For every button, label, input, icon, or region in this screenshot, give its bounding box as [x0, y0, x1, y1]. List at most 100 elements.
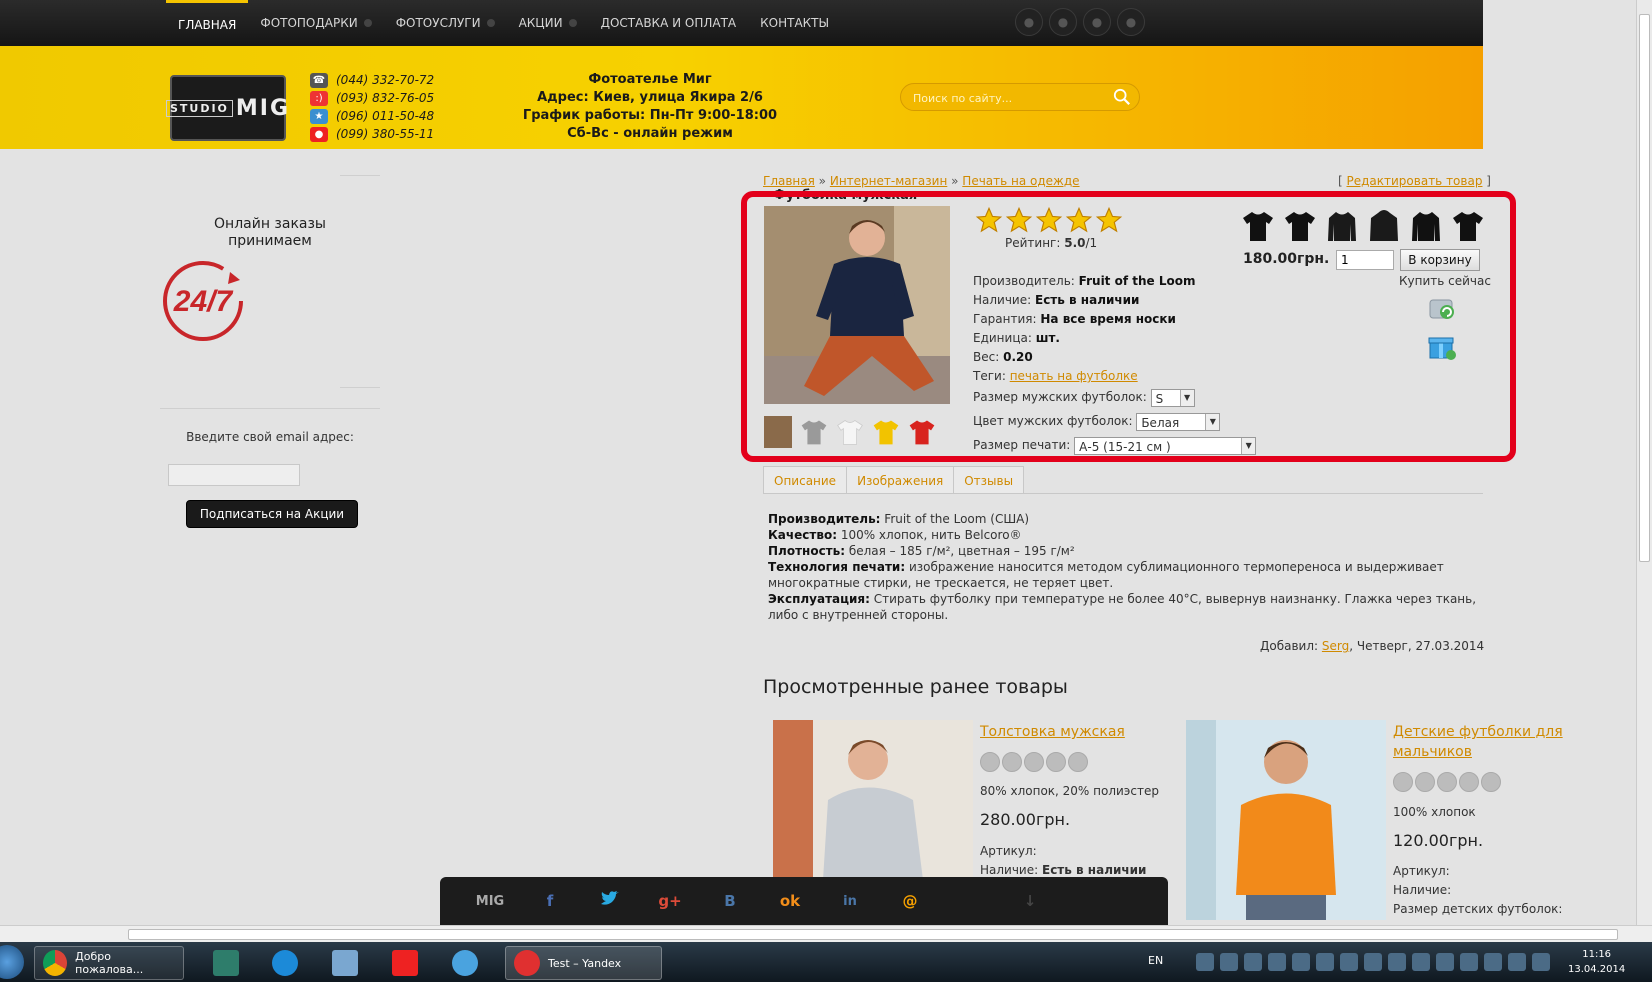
star-icon[interactable]: [1024, 752, 1044, 772]
viewed-product-material: 80% хлопок, 20% полиэстер: [980, 784, 1159, 798]
description-label: Плотность:: [768, 544, 846, 558]
system-clock[interactable]: 11:16 13.04.2014: [1568, 947, 1625, 977]
scrollbar-thumb[interactable]: [128, 929, 1618, 940]
divider: [340, 387, 380, 388]
tray-icon[interactable]: [1436, 953, 1454, 971]
subscribe-block: Введите свой email адрес: Подписаться на…: [160, 430, 380, 528]
star-icon[interactable]: [1046, 752, 1066, 772]
social-icon[interactable]: ●: [1117, 8, 1145, 36]
nav-item-photoservices[interactable]: ФОТОУСЛУГИ: [384, 0, 507, 46]
tray-icon[interactable]: [1196, 953, 1214, 971]
taskbar-item-app2[interactable]: [444, 946, 486, 980]
rating-stars[interactable]: [980, 752, 1088, 772]
vertical-scrollbar[interactable]: [1636, 0, 1652, 925]
star-icon[interactable]: [1459, 772, 1479, 792]
google-plus-icon[interactable]: g+: [640, 892, 700, 910]
tab-images[interactable]: Изображения: [846, 466, 955, 494]
tray-icon[interactable]: [1220, 953, 1238, 971]
star-icon[interactable]: [1437, 772, 1457, 792]
contact-info: Фотоателье Миг Адрес: Киев, улица Якира …: [520, 71, 780, 143]
tray-icon[interactable]: [1484, 953, 1502, 971]
facebook-icon[interactable]: f: [520, 892, 580, 910]
nav-item-home[interactable]: ГЛАВНАЯ: [166, 0, 249, 46]
taskbar-item-media[interactable]: [324, 946, 366, 980]
description-line: Производитель: Fruit of the Loom (США): [768, 511, 1488, 527]
tab-reviews[interactable]: Отзывы: [953, 466, 1025, 494]
viewed-product-image[interactable]: [773, 720, 973, 880]
mail-icon[interactable]: @: [880, 892, 940, 910]
dropdown-indicator-icon: [363, 19, 372, 27]
contact-line: Фотоателье Миг: [588, 72, 712, 87]
language-indicator[interactable]: EN: [1148, 954, 1163, 967]
tray-icon[interactable]: [1340, 953, 1358, 971]
nav-item-promotions[interactable]: АКЦИИ: [507, 0, 589, 46]
nav-item-photogifts[interactable]: ФОТОПОДАРКИ: [248, 0, 383, 46]
tray-icon[interactable]: [1388, 953, 1406, 971]
tray-icon[interactable]: [1508, 953, 1526, 971]
phone-row: ★ (096) 011-50-48: [310, 107, 434, 125]
nav-item-delivery[interactable]: ДОСТАВКА И ОПЛАТА: [589, 0, 749, 46]
clock-date: 13.04.2014: [1568, 964, 1626, 975]
breadcrumb-link[interactable]: Печать на одежде: [962, 174, 1079, 188]
divider: [160, 408, 380, 409]
subscribe-button[interactable]: Подписаться на Акции: [186, 500, 358, 528]
viewed-products-title: Просмотренные ранее товары: [763, 676, 1068, 698]
twitter-icon[interactable]: [580, 891, 640, 911]
horizontal-scrollbar[interactable]: [0, 925, 1652, 942]
kyivstar-icon: ★: [310, 108, 328, 124]
breadcrumb-link[interactable]: Интернет-магазин: [830, 174, 947, 188]
taskbar-item-yandex[interactable]: [384, 946, 426, 980]
arrow-down-icon[interactable]: ↓: [1000, 892, 1060, 910]
taskbar-item-yandex-browser[interactable]: Test – Yandex: [505, 946, 662, 980]
breadcrumb-link[interactable]: Главная: [763, 174, 815, 188]
taskbar-item-app[interactable]: [205, 946, 247, 980]
tray-icon[interactable]: [1316, 953, 1334, 971]
viewed-product-name[interactable]: Детские футболки для мальчиков: [1393, 722, 1608, 762]
author-link[interactable]: Serg: [1322, 639, 1349, 653]
viewed-product-material: 100% хлопок: [1393, 805, 1476, 819]
description-text: Стирать футболку при температуре не боле…: [768, 592, 1477, 622]
taskbar-item-chrome[interactable]: Добро пожалова...: [34, 946, 184, 980]
star-icon[interactable]: [1415, 772, 1435, 792]
rating-stars[interactable]: [1393, 772, 1501, 792]
phone-number: (093) 832-76-05: [336, 91, 435, 105]
star-icon[interactable]: [1393, 772, 1413, 792]
edit-product-link[interactable]: Редактировать товар: [1347, 174, 1483, 188]
tray-icon[interactable]: [1244, 953, 1262, 971]
mig-share-icon[interactable]: MIG: [460, 894, 520, 909]
email-field[interactable]: [168, 464, 300, 486]
site-header: STUDIO MIG ☎ (044) 332-70-72 :) (093) 832-7…: [0, 46, 1483, 149]
tray-icon[interactable]: [1292, 953, 1310, 971]
star-icon[interactable]: [1068, 752, 1088, 772]
tray-icon[interactable]: [1412, 953, 1430, 971]
nav-item-contacts[interactable]: КОНТАКТЫ: [748, 0, 841, 46]
viewed-product-name[interactable]: Толстовка мужская: [980, 722, 1195, 742]
start-button[interactable]: [0, 945, 24, 979]
search-input[interactable]: [913, 90, 1103, 106]
viewed-product-size: Размер детских футболок:: [1393, 902, 1563, 916]
search-icon[interactable]: [1113, 88, 1131, 106]
social-icon[interactable]: ●: [1049, 8, 1077, 36]
phone-icon: ☎: [310, 72, 328, 88]
tray-icon[interactable]: [1268, 953, 1286, 971]
tray-icon[interactable]: [1364, 953, 1382, 971]
phone-number: (044) 332-70-72: [336, 73, 435, 87]
tab-description[interactable]: Описание: [763, 466, 848, 494]
star-icon[interactable]: [980, 752, 1000, 772]
taskbar-item-ie[interactable]: [264, 946, 306, 980]
viewed-product-image[interactable]: [1186, 720, 1386, 920]
product-description: Производитель: Fruit of the Loom (США) К…: [768, 511, 1488, 623]
breadcrumb: Главная » Интернет-магазин » Печать на о…: [763, 174, 1080, 188]
social-icon[interactable]: ●: [1083, 8, 1111, 36]
scrollbar-thumb[interactable]: [1639, 14, 1650, 562]
tray-icon[interactable]: [1532, 953, 1550, 971]
odnoklassniki-icon[interactable]: ok: [760, 892, 820, 910]
vkontakte-icon[interactable]: B: [700, 892, 760, 910]
linkedin-icon[interactable]: in: [820, 894, 880, 909]
phone-number: (096) 011-50-48: [336, 109, 435, 123]
tray-icon[interactable]: [1460, 953, 1478, 971]
site-logo[interactable]: STUDIO MIG: [165, 75, 288, 141]
star-icon[interactable]: [1002, 752, 1022, 772]
social-icon[interactable]: ●: [1015, 8, 1043, 36]
star-icon[interactable]: [1481, 772, 1501, 792]
